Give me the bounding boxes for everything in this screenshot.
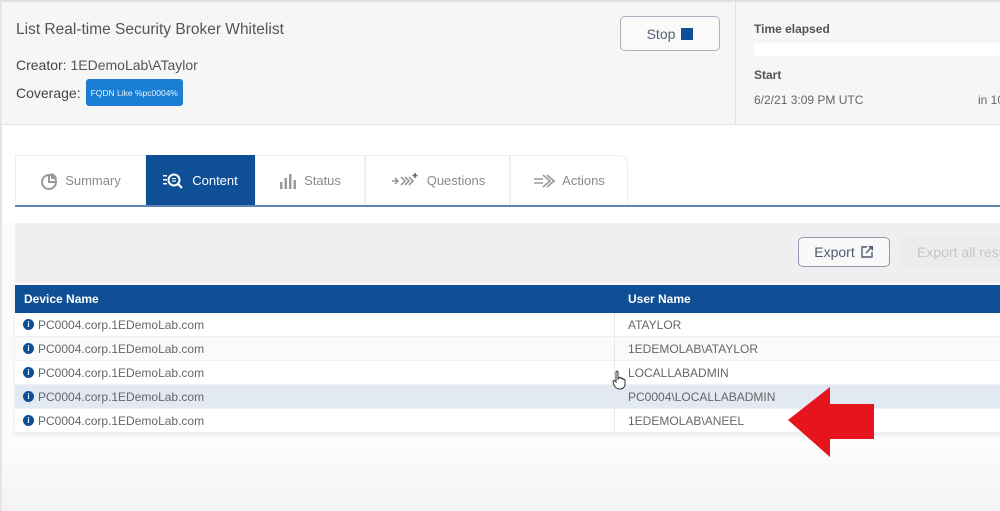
coverage-label: Coverage:	[16, 84, 81, 101]
tab-actions[interactable]: Actions	[510, 155, 628, 205]
user-name-cell: 1EDEMOLAB\ATAYLOR	[628, 341, 759, 356]
content-search-icon	[163, 173, 183, 189]
tab-label: Status	[304, 173, 341, 188]
export-label: Export	[814, 244, 855, 260]
table-row[interactable]: i PC0004.corp.1EDemoLab.com ATAYLOR	[15, 313, 1000, 337]
time-elapsed-bar	[754, 43, 1000, 56]
column-header-device-name[interactable]: Device Name	[15, 292, 615, 306]
tab-label: Summary	[65, 173, 121, 188]
questions-arrows-icon	[391, 172, 418, 186]
tab-label: Questions	[426, 173, 486, 188]
table-header: Device Name User Name	[15, 285, 1000, 313]
export-button[interactable]: Export	[798, 237, 890, 267]
header-divider	[735, 2, 736, 126]
stop-button[interactable]: Stop	[620, 16, 720, 51]
export-all-button[interactable]: Export all results	[902, 237, 1000, 267]
tab-questions[interactable]: Questions	[365, 155, 510, 205]
hand-cursor-icon	[612, 370, 626, 390]
info-icon[interactable]: i	[23, 343, 34, 354]
bar-chart-icon	[280, 173, 297, 189]
column-header-user-name[interactable]: User Name	[615, 292, 1000, 306]
stop-icon	[681, 27, 694, 40]
info-icon[interactable]: i	[23, 319, 34, 330]
tab-content[interactable]: Content	[146, 155, 255, 205]
user-name-cell: ATAYLOR	[628, 317, 682, 332]
info-icon[interactable]: i	[23, 415, 34, 426]
device-name-cell: PC0004.corp.1EDemoLab.com	[38, 365, 205, 380]
tab-summary[interactable]: Summary	[15, 155, 146, 205]
user-name-cell: LOCALLABADMIN	[628, 365, 729, 380]
device-name-cell: PC0004.corp.1EDemoLab.com	[38, 341, 205, 356]
device-name-cell: PC0004.corp.1EDemoLab.com	[38, 413, 205, 428]
tab-label: Content	[192, 173, 238, 188]
device-name-cell: PC0004.corp.1EDemoLab.com	[38, 389, 205, 404]
device-name-cell: PC0004.corp.1EDemoLab.com	[38, 317, 205, 332]
stop-label: Stop	[646, 25, 676, 42]
external-link-icon	[861, 246, 873, 258]
remaining-value: in 10	[978, 93, 1000, 107]
table-row[interactable]: i PC0004.corp.1EDemoLab.com 1EDEMOLAB\ATA…	[15, 337, 1000, 361]
instruction-header: List Real-time Security Broker Whitelist…	[2, 0, 1000, 126]
time-elapsed-label: Time elapsed	[754, 22, 830, 36]
start-value: 6/2/21 3:09 PM UTC	[754, 93, 864, 107]
annotation-arrow-icon	[788, 387, 874, 457]
tab-bar: Summary Content Status Questions Actions	[15, 155, 628, 205]
tab-label: Actions	[562, 173, 605, 188]
creator-value: 1EDemoLab\ATaylor	[70, 57, 198, 73]
instruction-title: List Real-time Security Broker Whitelist	[16, 21, 284, 38]
table-row[interactable]: i PC0004.corp.1EDemoLab.com LOCALLABADMIN	[15, 361, 1000, 385]
info-icon[interactable]: i	[23, 367, 34, 378]
creator-label: Creator:	[16, 57, 67, 73]
creator-info: Creator: 1EDemoLab\ATaylor	[16, 57, 198, 73]
coverage-badge[interactable]: FQDN Like %pc0004%	[85, 79, 183, 106]
start-label: Start	[754, 68, 782, 82]
actions-arrow-icon	[534, 173, 556, 188]
tab-underline	[15, 205, 1000, 207]
tab-status[interactable]: Status	[255, 155, 365, 205]
pie-chart-icon	[41, 172, 58, 190]
coverage-info: Coverage: FQDN Like %pc0004%	[16, 79, 183, 106]
info-icon[interactable]: i	[23, 391, 34, 402]
